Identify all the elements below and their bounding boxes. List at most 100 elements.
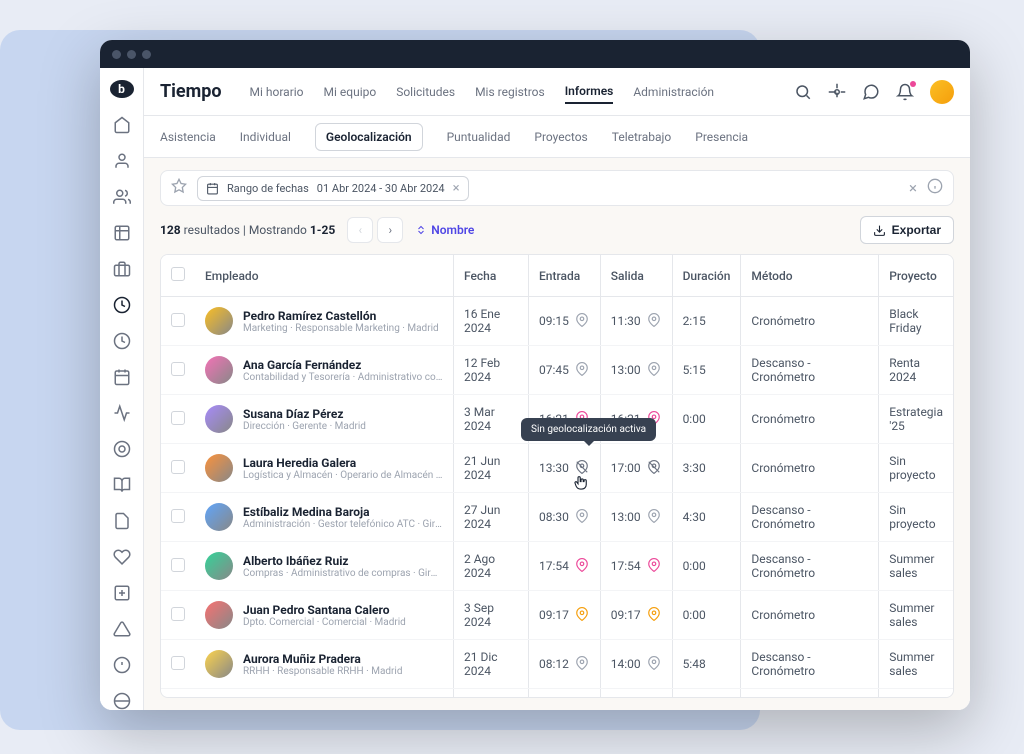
row-checkbox[interactable] xyxy=(171,411,185,425)
chat-icon[interactable] xyxy=(862,83,880,101)
geo-out-icon[interactable] xyxy=(647,313,661,330)
sidebar-item-2[interactable] xyxy=(113,188,131,206)
cell-project: Summer sales xyxy=(879,640,953,689)
nav-item-1[interactable]: Mi equipo xyxy=(324,81,377,103)
clear-filters[interactable]: × xyxy=(909,179,917,197)
cell-exit: 11:30 xyxy=(611,313,662,330)
sidebar-item-11[interactable] xyxy=(113,512,131,530)
window-close-dot[interactable] xyxy=(112,50,121,59)
nav-item-0[interactable]: Mi horario xyxy=(250,81,304,103)
col-exit[interactable]: Salida xyxy=(600,255,672,297)
sidebar-item-9[interactable] xyxy=(113,440,131,458)
nav-item-2[interactable]: Solicitudes xyxy=(396,81,455,103)
sidebar-item-0[interactable] xyxy=(113,116,131,134)
col-method[interactable]: Método xyxy=(741,255,879,297)
col-entry[interactable]: Entrada xyxy=(529,255,601,297)
cell-project: Summer sales xyxy=(879,689,953,699)
window-minimize-dot[interactable] xyxy=(127,50,136,59)
date-range-chip[interactable]: Rango de fechas 01 Abr 2024 - 30 Abr 202… xyxy=(197,176,469,201)
employee-name: Laura Heredia Galera xyxy=(243,456,443,470)
cell-project: Renta 2024 xyxy=(879,346,953,395)
col-employee[interactable]: Empleado xyxy=(195,255,454,297)
cell-date: 12 Feb 2024 xyxy=(454,346,529,395)
subtab-6[interactable]: Presencia xyxy=(695,124,748,150)
sidebar-item-16[interactable] xyxy=(113,692,131,710)
table-row[interactable]: Juan Pedro Santana CaleroDpto. Comercial… xyxy=(161,591,953,640)
pager-prev[interactable]: ‹ xyxy=(347,217,373,243)
cell-method: Descanso - Cronómetro xyxy=(741,542,879,591)
sidebar-item-1[interactable] xyxy=(113,152,131,170)
favorite-icon[interactable] xyxy=(171,178,187,198)
nav-item-5[interactable]: Administración xyxy=(633,81,714,103)
row-checkbox[interactable] xyxy=(171,313,185,327)
sidebar-item-10[interactable] xyxy=(113,476,131,494)
sidebar-item-4[interactable] xyxy=(113,260,131,278)
geo-out-icon[interactable] xyxy=(647,656,661,673)
table-row[interactable]: David Morales RodríguezSales Spain · Sal… xyxy=(161,689,953,699)
app-window: b Tiempo Mi horarioMi equipoSolicitudesM… xyxy=(100,40,970,710)
geo-in-icon[interactable] xyxy=(575,656,589,673)
geo-in-icon[interactable] xyxy=(575,509,589,526)
sidebar-item-8[interactable] xyxy=(113,404,131,422)
app-logo[interactable]: b xyxy=(110,80,134,98)
subtab-3[interactable]: Puntualidad xyxy=(447,124,511,150)
subtab-0[interactable]: Asistencia xyxy=(160,124,216,150)
row-checkbox[interactable] xyxy=(171,607,185,621)
table-row[interactable]: Laura Heredia GaleraLogística y Almacén … xyxy=(161,444,953,493)
subtab-1[interactable]: Individual xyxy=(240,124,291,150)
geo-in-icon[interactable] xyxy=(575,313,589,330)
row-checkbox[interactable] xyxy=(171,362,185,376)
nav-item-3[interactable]: Mis registros xyxy=(475,81,545,103)
row-checkbox[interactable] xyxy=(171,558,185,572)
bell-icon[interactable] xyxy=(896,83,914,101)
sidebar-item-3[interactable] xyxy=(113,224,131,242)
geo-in-icon[interactable] xyxy=(575,607,589,624)
table-row[interactable]: Aurora Muñiz PraderaRRHH · Responsable R… xyxy=(161,640,953,689)
col-project[interactable]: Proyecto xyxy=(879,255,953,297)
sort-by-name[interactable]: Nombre xyxy=(415,223,474,237)
user-avatar[interactable] xyxy=(930,80,954,104)
employee-meta: Marketing · Responsable Marketing · Madr… xyxy=(243,323,439,334)
sidebar-item-12[interactable] xyxy=(113,548,131,566)
employee-name: Susana Díaz Pérez xyxy=(243,407,366,421)
search-icon[interactable] xyxy=(794,83,812,101)
date-range-label: Rango de fechas xyxy=(227,182,309,195)
download-icon xyxy=(873,224,886,237)
subtab-4[interactable]: Proyectos xyxy=(534,124,587,150)
sidebar-item-6[interactable] xyxy=(113,332,131,350)
row-checkbox[interactable] xyxy=(171,509,185,523)
geo-out-icon[interactable] xyxy=(647,460,661,477)
nav-item-4[interactable]: Informes xyxy=(565,80,614,104)
window-maximize-dot[interactable] xyxy=(142,50,151,59)
geo-out-icon[interactable] xyxy=(647,362,661,379)
table-row[interactable]: Estíbaliz Medina BarojaAdministración · … xyxy=(161,493,953,542)
geo-in-icon[interactable] xyxy=(575,362,589,379)
sidebar-item-14[interactable] xyxy=(113,620,131,638)
export-button[interactable]: Exportar xyxy=(860,216,954,244)
subtab-5[interactable]: Teletrabajo xyxy=(612,124,672,150)
sidebar-item-7[interactable] xyxy=(113,368,131,386)
sidebar-item-13[interactable] xyxy=(113,584,131,602)
cell-date: 3 Sep 2024 xyxy=(454,591,529,640)
row-checkbox[interactable] xyxy=(171,656,185,670)
col-duration[interactable]: Duración xyxy=(672,255,741,297)
table-row[interactable]: Ana García FernándezContabilidad y Tesor… xyxy=(161,346,953,395)
sidebar-item-5[interactable] xyxy=(113,296,131,314)
pager-next[interactable]: › xyxy=(377,217,403,243)
remove-date-filter[interactable]: × xyxy=(453,181,460,196)
row-checkbox[interactable] xyxy=(171,460,185,474)
table-row[interactable]: Pedro Ramírez CastellónMarketing · Respo… xyxy=(161,297,953,346)
geo-out-icon[interactable] xyxy=(647,607,661,624)
geo-in-icon[interactable] xyxy=(575,558,589,575)
select-all-checkbox[interactable] xyxy=(171,267,185,281)
geo-out-icon[interactable] xyxy=(647,558,661,575)
employee-avatar xyxy=(205,601,233,629)
info-icon[interactable] xyxy=(927,178,943,198)
sidebar-item-15[interactable] xyxy=(113,656,131,674)
table-row[interactable]: Alberto Ibáñez RuizCompras · Administrat… xyxy=(161,542,953,591)
col-date[interactable]: Fecha xyxy=(454,255,529,297)
geo-out-icon[interactable] xyxy=(647,509,661,526)
settings-icon[interactable] xyxy=(828,83,846,101)
cell-project: Estrategia '25 xyxy=(879,395,953,444)
subtab-2[interactable]: Geolocalización xyxy=(315,123,423,151)
